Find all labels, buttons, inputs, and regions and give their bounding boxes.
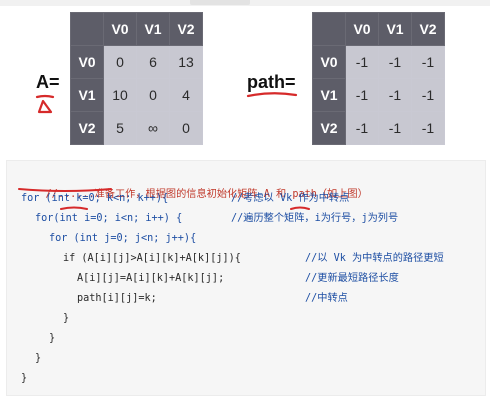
top-edge-strip xyxy=(0,0,490,6)
matrix-a-cell: 4 xyxy=(169,78,203,112)
matrix-path-cell: -1 xyxy=(345,78,379,112)
matrix-a-row-header: V1 xyxy=(70,78,104,112)
matrix-a-row-header: V0 xyxy=(70,45,104,79)
matrix-path-row-header: V1 xyxy=(312,78,346,112)
matrix-path-row: V1 -1 -1 -1 xyxy=(312,78,445,112)
matrix-path-cell: -1 xyxy=(378,78,412,112)
matrix-a-table: V0 V1 V2 V0 0 6 13 V1 10 0 4 V2 5 ∞ 0 xyxy=(70,12,203,145)
matrix-a-cell: 0 xyxy=(136,78,170,112)
matrix-a-label: A= xyxy=(36,72,60,92)
code-line-update-a: A[i][j]=A[i][k]+A[k][j]; xyxy=(77,273,225,284)
top-edge-segment xyxy=(190,0,250,5)
matrix-path-cell: -1 xyxy=(411,111,445,145)
matrix-a-corner xyxy=(70,12,104,46)
matrix-path-cell: -1 xyxy=(411,45,445,79)
matrix-path-cell: -1 xyxy=(345,111,379,145)
matrix-a-col-header: V2 xyxy=(169,12,203,46)
code-line-comment: //......准备工作，根据图的信息初始化矩阵 A 和 path（如上图） xyxy=(21,171,368,200)
code-close-brace: } xyxy=(21,373,28,384)
matrix-a-row: V2 5 ∞ 0 xyxy=(70,111,203,145)
matrix-a-cell: 5 xyxy=(103,111,137,145)
matrix-a-cell: 0 xyxy=(169,111,203,145)
code-comment-update: //更新最短路径长度 xyxy=(305,273,399,284)
code-comment-if: //以 Vk 为中转点的路径更短 xyxy=(305,253,444,264)
matrix-path-row-header: V2 xyxy=(312,111,346,145)
code-line-for-i: for(int i=0; i<n; i++) { xyxy=(35,213,183,224)
code-block: //......准备工作，根据图的信息初始化矩阵 A 和 path（如上图） f… xyxy=(6,160,486,396)
matrix-path-cell: -1 xyxy=(378,45,412,79)
matrix-a-cell: 13 xyxy=(169,45,203,79)
matrix-path-col-header: V2 xyxy=(411,12,445,46)
code-line-update-path: path[i][j]=k; xyxy=(77,293,157,304)
red-handwritten-delta-annotation xyxy=(35,94,55,114)
matrix-path-cell: -1 xyxy=(378,111,412,145)
matrix-a-cell: 6 xyxy=(136,45,170,79)
matrix-a-row-header: V2 xyxy=(70,111,104,145)
matrix-path-cell: -1 xyxy=(411,78,445,112)
code-line-for-j: for (int j=0; j<n; j++){ xyxy=(49,233,197,244)
code-close-brace: } xyxy=(35,353,42,364)
red-handwritten-underline xyxy=(246,92,298,98)
matrix-path-row-header: V0 xyxy=(312,45,346,79)
matrix-a-col-header: V1 xyxy=(136,12,170,46)
matrix-path-corner xyxy=(312,12,346,46)
matrix-path-cell: -1 xyxy=(345,45,379,79)
matrix-path-table: V0 V1 V2 V0 -1 -1 -1 V1 -1 -1 -1 V2 -1 -… xyxy=(312,12,445,145)
matrix-a-col-header: V0 xyxy=(103,12,137,46)
matrix-path-row: V0 -1 -1 -1 xyxy=(312,45,445,79)
matrix-a-row: V1 10 0 4 xyxy=(70,78,203,112)
matrix-path-header-row: V0 V1 V2 xyxy=(312,12,445,46)
matrix-a-header-row: V0 V1 V2 xyxy=(70,12,203,46)
matrix-a-row: V0 0 6 13 xyxy=(70,45,203,79)
matrix-a-cell: 0 xyxy=(103,45,137,79)
matrix-a-cell: 10 xyxy=(103,78,137,112)
matrix-path-col-header: V0 xyxy=(345,12,379,46)
code-close-brace: } xyxy=(63,313,70,324)
code-comment-i: //遍历整个矩阵，i为行号，j为列号 xyxy=(231,213,399,224)
matrix-a-cell: ∞ xyxy=(136,111,170,145)
code-line-if: if (A[i][j]>A[i][k]+A[k][j]){ xyxy=(63,253,241,264)
code-comment-path: //中转点 xyxy=(305,293,348,304)
code-line-for-k: for (int k=0; k<n; k++){ xyxy=(21,193,169,204)
code-close-brace: } xyxy=(49,333,56,344)
matrix-path-row: V2 -1 -1 -1 xyxy=(312,111,445,145)
matrix-path-col-header: V1 xyxy=(378,12,412,46)
